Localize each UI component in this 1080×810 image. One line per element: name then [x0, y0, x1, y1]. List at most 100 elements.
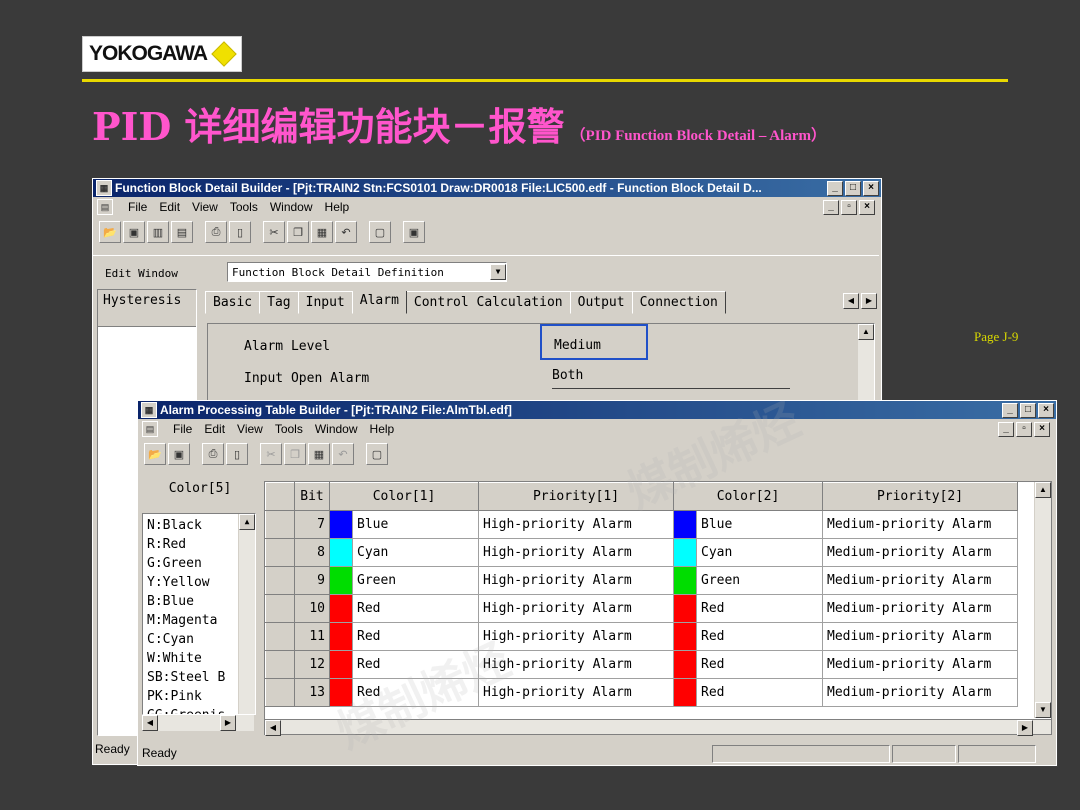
menu-edit[interactable]: Edit	[159, 200, 180, 214]
maximize-button[interactable]: □	[845, 180, 861, 196]
header-color-2[interactable]: Color[2]	[673, 482, 823, 511]
tab-basic[interactable]: Basic	[205, 291, 261, 314]
maximize-button[interactable]: □	[1020, 402, 1036, 418]
color-swatch-2[interactable]	[673, 650, 697, 679]
input-open-alarm-value[interactable]: Both	[552, 368, 790, 389]
tab-output[interactable]: Output	[569, 291, 633, 314]
cell-bit[interactable]: 10	[294, 594, 330, 623]
list-item[interactable]: C:Cyan	[147, 630, 251, 649]
cell-priority-1[interactable]: High-priority Alarm	[478, 594, 674, 623]
color-swatch-1[interactable]	[329, 538, 353, 567]
scroll-right-icon[interactable]: ▶	[1017, 720, 1033, 736]
cell-color-1[interactable]: Blue	[352, 510, 479, 539]
list-item[interactable]: W:White	[147, 649, 251, 668]
scroll-down-icon[interactable]: ▼	[1035, 702, 1051, 718]
list-item[interactable]: R:Red	[147, 535, 251, 554]
list-item[interactable]: GG:Greenis	[147, 706, 251, 714]
scroll-up-icon[interactable]: ▲	[239, 514, 255, 530]
table-row[interactable]: 10 Red High-priority Alarm Red Medium-priori…	[265, 594, 1018, 623]
list-item[interactable]: M:Magenta	[147, 611, 251, 630]
cell-bit[interactable]: 7	[294, 510, 330, 539]
cell-color-2[interactable]: Red	[696, 594, 823, 623]
minimize-button[interactable]: _	[827, 180, 843, 196]
cell-priority-1[interactable]: High-priority Alarm	[478, 538, 674, 567]
color-swatch-1[interactable]	[329, 594, 353, 623]
menu-window[interactable]: Window	[270, 200, 313, 214]
cell-color-2[interactable]: Red	[696, 678, 823, 707]
color-swatch-2[interactable]	[673, 538, 697, 567]
color-swatch-2[interactable]	[673, 510, 697, 539]
scroll-up-icon[interactable]: ▲	[858, 324, 874, 340]
cell-priority-2[interactable]: Medium-priority Alarm	[822, 594, 1018, 623]
cell-priority-1[interactable]: High-priority Alarm	[478, 622, 674, 651]
child-minimize-button[interactable]: _	[823, 199, 839, 215]
cell-color-2[interactable]: Blue	[696, 510, 823, 539]
preview-icon[interactable]: ▯	[229, 221, 251, 243]
cell-priority-1[interactable]: High-priority Alarm	[478, 678, 674, 707]
header-color-1[interactable]: Color[1]	[329, 482, 479, 511]
scroll-left-icon[interactable]: ◀	[265, 720, 281, 736]
color-swatch-1[interactable]	[329, 678, 353, 707]
save-icon[interactable]: ▣	[123, 221, 145, 243]
print-icon[interactable]: ⎙	[205, 221, 227, 243]
properties-icon[interactable]: ▥	[147, 221, 169, 243]
color-list[interactable]: N:Black R:Red G:Green Y:Yellow B:Blue M:Magen…	[142, 513, 256, 715]
fbdb-titlebar[interactable]: ▦ Function Block Detail Builder - [Pjt:T…	[93, 179, 881, 197]
menu-tools[interactable]: Tools	[230, 200, 258, 214]
window-icon[interactable]: ▢	[369, 221, 391, 243]
menu-help[interactable]: Help	[325, 200, 350, 214]
print-setup-icon[interactable]: ▤	[171, 221, 193, 243]
copy-icon[interactable]: ❐	[287, 221, 309, 243]
header-priority-1[interactable]: Priority[1]	[478, 482, 674, 511]
cell-color-2[interactable]: Red	[696, 650, 823, 679]
menu-view[interactable]: View	[237, 422, 263, 436]
open-icon[interactable]: 📂	[99, 221, 121, 243]
preview-icon[interactable]: ▯	[226, 443, 248, 465]
cell-priority-2[interactable]: Medium-priority Alarm	[822, 566, 1018, 595]
color-swatch-1[interactable]	[329, 650, 353, 679]
tab-connection[interactable]: Connection	[631, 291, 726, 314]
color-list-hscrollbar[interactable]: ◀ ▶	[142, 715, 254, 731]
color-swatch-1[interactable]	[329, 622, 353, 651]
cell-priority-1[interactable]: High-priority Alarm	[478, 566, 674, 595]
window-icon[interactable]: ▢	[366, 443, 388, 465]
menu-tools[interactable]: Tools	[275, 422, 303, 436]
list-item[interactable]: G:Green	[147, 554, 251, 573]
table-row[interactable]: 8 Cyan High-priority Alarm Cyan Medium-prior…	[265, 538, 1018, 567]
edit-window-select[interactable]: Function Block Detail Definition ▼	[227, 262, 507, 282]
cut-icon[interactable]: ✂	[263, 221, 285, 243]
cell-priority-2[interactable]: Medium-priority Alarm	[822, 538, 1018, 567]
cell-color-1[interactable]: Red	[352, 650, 479, 679]
cell-color-2[interactable]: Green	[696, 566, 823, 595]
cell-color-1[interactable]: Green	[352, 566, 479, 595]
cell-bit[interactable]: 13	[294, 678, 330, 707]
grid-vscrollbar[interactable]: ▲ ▼	[1034, 482, 1051, 718]
side-item-hysteresis[interactable]: Hysteresis	[98, 290, 196, 327]
child-restore-button[interactable]: ▫	[841, 199, 857, 215]
menu-window[interactable]: Window	[315, 422, 358, 436]
table-row[interactable]: 11 Red High-priority Alarm Red Medium-priori…	[265, 622, 1018, 651]
cell-bit[interactable]: 12	[294, 650, 330, 679]
color-list-scrollbar[interactable]: ▲	[238, 514, 255, 714]
cell-priority-1[interactable]: High-priority Alarm	[478, 510, 674, 539]
copy-icon[interactable]: ❐	[284, 443, 306, 465]
color-swatch-1[interactable]	[329, 510, 353, 539]
cell-priority-2[interactable]: Medium-priority Alarm	[822, 678, 1018, 707]
paste-icon[interactable]: ▦	[308, 443, 330, 465]
color-swatch-1[interactable]	[329, 566, 353, 595]
aptb-titlebar[interactable]: ▦ Alarm Processing Table Builder - [Pjt:…	[138, 401, 1056, 419]
cell-color-1[interactable]: Red	[352, 678, 479, 707]
cell-priority-2[interactable]: Medium-priority Alarm	[822, 510, 1018, 539]
header-bit[interactable]: Bit	[294, 482, 330, 511]
dropdown-arrow-icon[interactable]: ▼	[490, 264, 506, 280]
tab-scroll-right-icon[interactable]: ▶	[861, 293, 877, 309]
cell-bit[interactable]: 11	[294, 622, 330, 651]
tab-control-calculation[interactable]: Control Calculation	[405, 291, 571, 314]
table-row[interactable]: 7 Blue High-priority Alarm Blue Medium-prior…	[265, 510, 1018, 539]
child-restore-button[interactable]: ▫	[1016, 421, 1032, 437]
table-row[interactable]: 13 Red High-priority Alarm Red Medium-priori…	[265, 678, 1018, 707]
table-row[interactable]: 9 Green High-priority Alarm Green Medium-pri…	[265, 566, 1018, 595]
color-swatch-2[interactable]	[673, 678, 697, 707]
scroll-up-icon[interactable]: ▲	[1035, 482, 1051, 498]
undo-icon[interactable]: ↶	[332, 443, 354, 465]
